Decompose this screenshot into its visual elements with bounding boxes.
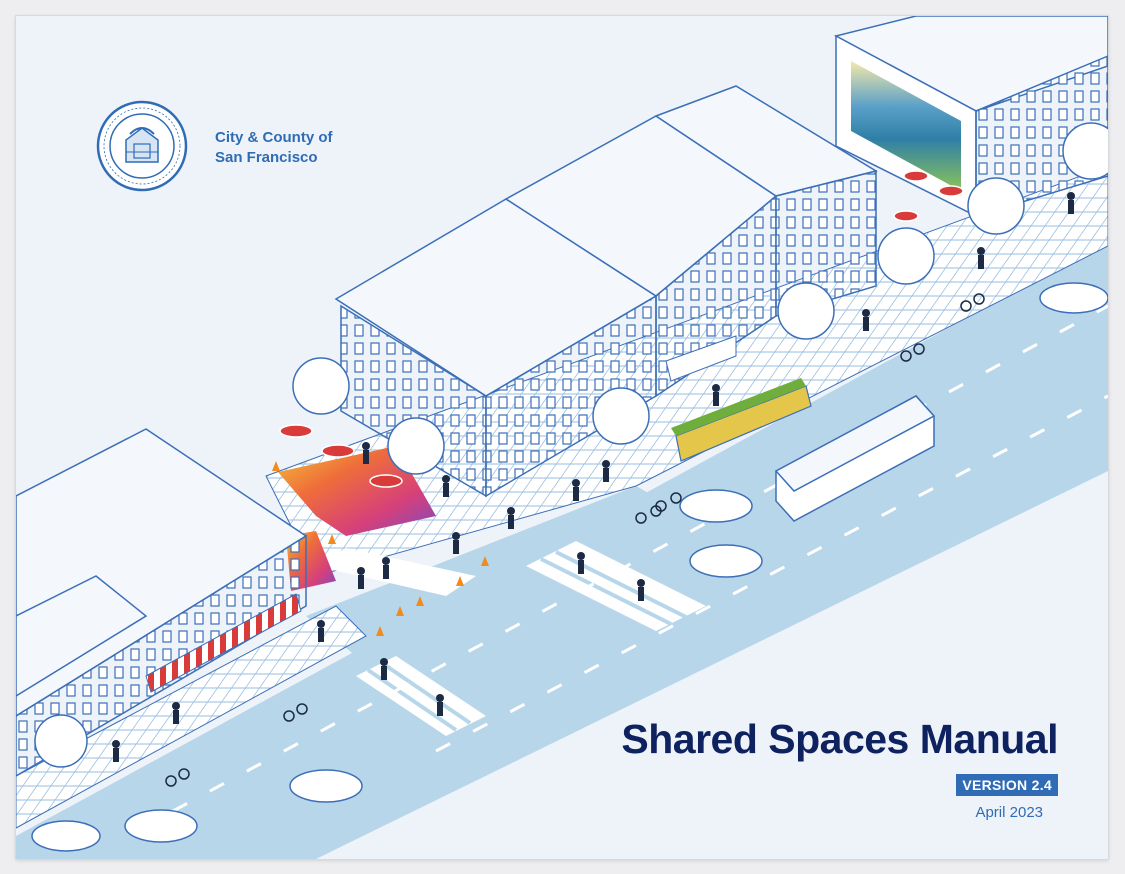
manual-cover: City & County of San Francisco Shared Sp… xyxy=(16,16,1108,859)
city-seal-icon xyxy=(96,100,188,192)
document-title: Shared Spaces Manual xyxy=(621,716,1058,762)
publication-date: April 2023 xyxy=(975,804,1043,821)
version-badge: VERSION 2.4 xyxy=(956,774,1058,796)
organization-line-2: San Francisco xyxy=(215,149,318,166)
organization-line-1: City & County of xyxy=(215,129,333,146)
organization-name: City & County of San Francisco xyxy=(215,128,333,168)
